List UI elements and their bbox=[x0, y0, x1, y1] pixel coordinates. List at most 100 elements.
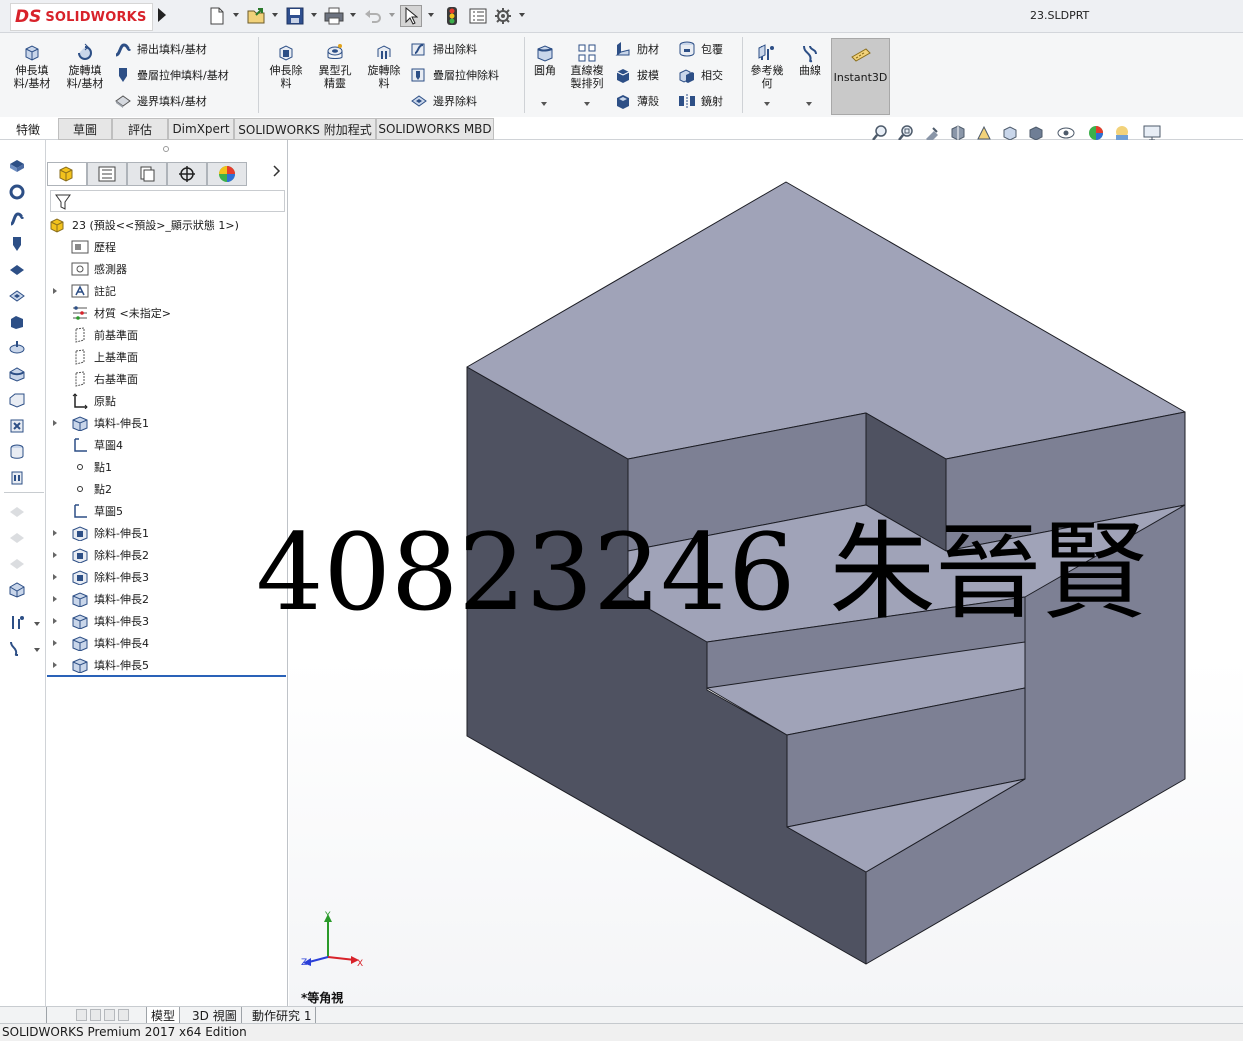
boundary-boss-button[interactable]: 邊界填料/基材 bbox=[114, 93, 207, 109]
shell-icon[interactable] bbox=[6, 416, 28, 436]
displaymanager-tab-icon[interactable] bbox=[207, 162, 247, 186]
tree-item[interactable]: 感測器 bbox=[47, 259, 127, 279]
tree-item[interactable]: 右基準面 bbox=[47, 369, 138, 389]
boundary-boss-icon[interactable] bbox=[6, 260, 28, 280]
tree-item[interactable]: 點2 bbox=[47, 479, 112, 499]
expand-arrow-icon[interactable] bbox=[53, 618, 57, 624]
chevron-right-icon[interactable] bbox=[273, 165, 281, 181]
hole-wizard-icon[interactable] bbox=[6, 338, 28, 358]
tree-item[interactable]: 填料-伸長1 bbox=[47, 413, 149, 433]
lofted-boss-button[interactable]: 疊層拉伸填料/基材 bbox=[114, 67, 229, 83]
expand-arrow-icon[interactable] bbox=[53, 640, 57, 646]
dimxpertmanager-tab-icon[interactable] bbox=[167, 162, 207, 186]
tree-item[interactable]: 前基準面 bbox=[47, 325, 138, 345]
expand-arrow-icon[interactable] bbox=[53, 530, 57, 536]
save-icon[interactable] bbox=[284, 5, 306, 27]
fillet-icon[interactable] bbox=[6, 364, 28, 384]
print-icon[interactable] bbox=[323, 5, 345, 27]
tree-item[interactable]: 除料-伸長2 bbox=[47, 545, 149, 565]
tab-features[interactable]: 特徵 bbox=[4, 118, 52, 140]
tree-item[interactable]: 上基準面 bbox=[47, 347, 138, 367]
open-dropdown-icon[interactable] bbox=[272, 13, 278, 17]
tab-model[interactable]: 模型 bbox=[146, 1007, 181, 1023]
draft-button[interactable]: 拔模 bbox=[614, 67, 659, 83]
instant3d-button[interactable]: Instant3D bbox=[831, 38, 890, 115]
rebuild-icon[interactable] bbox=[441, 5, 463, 27]
lofted-cut-button[interactable]: 疊層拉伸除料 bbox=[410, 67, 499, 83]
lofted-boss-icon[interactable] bbox=[6, 234, 28, 254]
tree-item[interactable]: 除料-伸長3 bbox=[47, 567, 149, 587]
pattern-dropdown-icon[interactable] bbox=[584, 102, 590, 106]
tree-item[interactable]: 點1 bbox=[47, 457, 112, 477]
move-face-icon[interactable] bbox=[6, 502, 28, 522]
revolved-cut-icon[interactable] bbox=[6, 312, 28, 332]
reference-geometry-dropdown-icon[interactable] bbox=[764, 102, 770, 106]
expand-arrow-icon[interactable] bbox=[53, 574, 57, 580]
swept-cut-button[interactable]: 掃出除料 bbox=[410, 41, 477, 57]
tab-addins[interactable]: SOLIDWORKS 附加程式 bbox=[234, 118, 376, 140]
expand-arrow-icon[interactable] bbox=[53, 288, 57, 294]
curves-dropdown-icon[interactable] bbox=[806, 102, 812, 106]
solidworks-logo[interactable]: DS SOLIDWORKS bbox=[10, 3, 153, 31]
print-dropdown-icon[interactable] bbox=[350, 13, 356, 17]
tree-item[interactable]: 填料-伸長3 bbox=[47, 611, 149, 631]
menu-expand-arrow-icon[interactable] bbox=[158, 8, 166, 22]
curves-dropdown-icon[interactable] bbox=[34, 648, 40, 652]
shell-button[interactable]: 薄殼 bbox=[614, 93, 659, 109]
tab-dimxpert[interactable]: DimXpert bbox=[168, 118, 234, 140]
tree-item[interactable]: 除料-伸長1 bbox=[47, 523, 149, 543]
tree-item[interactable]: 填料-伸長5 bbox=[47, 655, 149, 675]
undo-dropdown-icon[interactable] bbox=[389, 13, 395, 17]
tree-item[interactable]: 材質 <未指定> bbox=[47, 303, 171, 323]
extruded-cut-button[interactable]: 伸長除 料 bbox=[263, 43, 309, 90]
tab-evaluate[interactable]: 評估 bbox=[112, 118, 168, 140]
tab-mbd[interactable]: SOLIDWORKS MBD bbox=[376, 118, 494, 140]
revolved-boss-button[interactable]: 旋轉填 料/基材 bbox=[62, 43, 108, 90]
feature-tree-filter[interactable] bbox=[50, 190, 285, 212]
expand-arrow-icon[interactable] bbox=[53, 552, 57, 558]
split-icon[interactable] bbox=[6, 528, 28, 548]
options-dropdown-icon[interactable] bbox=[519, 13, 525, 17]
extruded-boss-button[interactable]: 伸長填 料/基材 bbox=[9, 43, 55, 90]
tree-item[interactable]: 填料-伸長4 bbox=[47, 633, 149, 653]
expand-arrow-icon[interactable] bbox=[53, 420, 57, 426]
revolved-boss-icon[interactable] bbox=[6, 182, 28, 202]
boundary-cut-button[interactable]: 邊界除料 bbox=[410, 93, 477, 109]
tab-3d-views[interactable]: 3D 視圖 bbox=[188, 1007, 242, 1023]
swept-boss-button[interactable]: 掃出填料/基材 bbox=[114, 41, 207, 57]
chamfer-icon[interactable] bbox=[6, 390, 28, 410]
extruded-boss-icon[interactable] bbox=[6, 156, 28, 176]
tree-item[interactable]: 原點 bbox=[47, 391, 116, 411]
tab-motion-study[interactable]: 動作研究 1 bbox=[248, 1007, 317, 1023]
tree-item[interactable]: 歷程 bbox=[47, 237, 116, 257]
delete-face-icon[interactable] bbox=[6, 554, 28, 574]
part-root-node[interactable]: 23 (預設<<預設>_顯示狀態 1>) bbox=[49, 215, 239, 235]
expand-arrow-icon[interactable] bbox=[53, 662, 57, 668]
panel-grip-icon[interactable] bbox=[163, 146, 169, 152]
extruded-cut-icon[interactable] bbox=[6, 286, 28, 306]
featuremanager-tab-icon[interactable] bbox=[47, 162, 87, 186]
wrap-icon[interactable] bbox=[6, 442, 28, 462]
hole-wizard-button[interactable]: 異型孔 精靈 bbox=[312, 43, 358, 90]
save-dropdown-icon[interactable] bbox=[311, 13, 317, 17]
linear-pattern-button[interactable]: 直線複 製排列 bbox=[566, 43, 608, 90]
new-dropdown-icon[interactable] bbox=[233, 13, 239, 17]
file-properties-icon[interactable] bbox=[467, 5, 489, 27]
mirror-button[interactable]: 鏡射 bbox=[678, 93, 723, 109]
configurationmanager-tab-icon[interactable] bbox=[127, 162, 167, 186]
undo-icon[interactable] bbox=[362, 5, 384, 27]
tree-item[interactable]: 草圖5 bbox=[47, 501, 123, 521]
options-gear-icon[interactable] bbox=[492, 5, 514, 27]
rib-button[interactable]: 肋材 bbox=[614, 41, 659, 57]
rollback-bar[interactable] bbox=[47, 675, 286, 677]
tree-item[interactable]: 填料-伸長2 bbox=[47, 589, 149, 609]
propertymanager-tab-icon[interactable] bbox=[87, 162, 127, 186]
tree-item[interactable]: 草圖4 bbox=[47, 435, 123, 455]
select-dropdown-icon[interactable] bbox=[428, 13, 434, 17]
revolved-cut-button[interactable]: 旋轉除 料 bbox=[361, 43, 407, 90]
select-icon[interactable] bbox=[400, 5, 422, 27]
prev-tab-arrow-icon[interactable] bbox=[90, 1009, 101, 1021]
dome-icon[interactable] bbox=[6, 468, 28, 488]
tab-sketch[interactable]: 草圖 bbox=[58, 118, 112, 140]
fillet-dropdown-icon[interactable] bbox=[541, 102, 547, 106]
